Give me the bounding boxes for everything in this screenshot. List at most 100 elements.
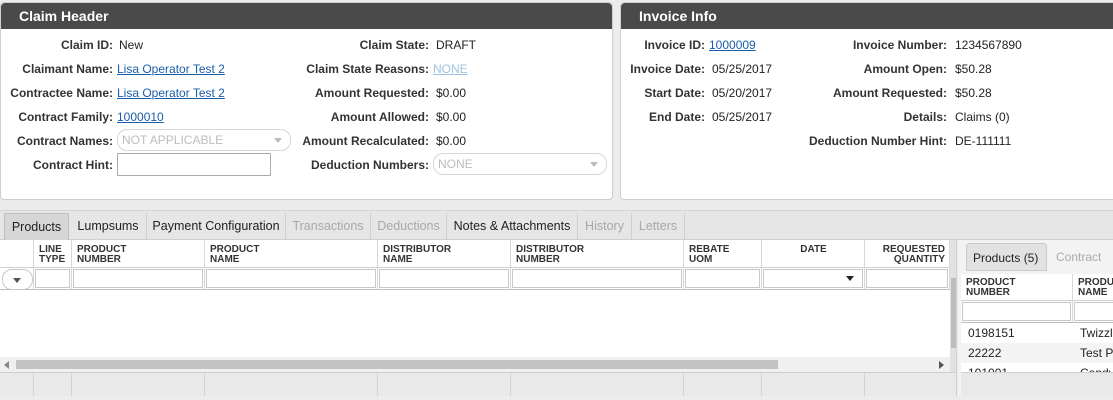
- amount-allowed-value: $0.00: [436, 110, 467, 124]
- invoice-amount-requested-row: Amount Requested: $50.28: [781, 85, 1113, 101]
- filter-distributor-name[interactable]: [378, 268, 511, 290]
- tab-history[interactable]: History: [578, 213, 632, 240]
- grid-header-date[interactable]: DATE: [762, 240, 865, 268]
- side-tab-contract-products[interactable]: Contract P: [1050, 243, 1113, 292]
- details-value: Claims (0): [955, 110, 1010, 124]
- grid-vertical-scrollbar[interactable]: [950, 240, 956, 372]
- amount-allowed-row: Amount Allowed: $0.00: [301, 109, 614, 125]
- deduction-number-hint-label: Deduction Number Hint:: [809, 134, 947, 148]
- invoice-id-link[interactable]: 1000009: [709, 37, 756, 53]
- invoice-amount-requested-value: $50.28: [955, 86, 992, 100]
- claim-state-reasons-link[interactable]: NONE: [433, 61, 468, 77]
- grid-header-requested-quantity[interactable]: REQUESTED QUANTITY: [865, 240, 950, 268]
- end-date-label: End Date:: [648, 110, 705, 124]
- invoice-number-value: 1234567890: [955, 38, 1022, 52]
- chevron-down-icon: [590, 162, 598, 167]
- claim-state-label: Claim State:: [359, 38, 429, 52]
- deduction-numbers-select[interactable]: NONE: [433, 153, 607, 175]
- filter-date[interactable]: [762, 268, 865, 290]
- contract-hint-label: Contract Hint:: [33, 158, 113, 172]
- scroll-right-icon[interactable]: [939, 361, 944, 369]
- claim-state-value: DRAFT: [436, 38, 476, 52]
- contractee-name-link[interactable]: Lisa Operator Test 2: [117, 85, 225, 101]
- chevron-down-icon: [13, 278, 21, 283]
- grid-header-select: [0, 240, 34, 268]
- products-grid: LINE TYPE PRODUCT NUMBER PRODUCT NAME DI…: [0, 240, 957, 396]
- side-header-product-number[interactable]: PRODUCT NUMBER: [961, 274, 1073, 301]
- grid-header-text: DATE: [800, 244, 827, 255]
- tab-letters[interactable]: Letters: [632, 213, 685, 240]
- deduction-number-hint-row: Deduction Number Hint: DE-111111: [781, 133, 1113, 149]
- grid-header-text: QUANTITY: [893, 254, 945, 265]
- side-header-text: NAME: [1078, 287, 1108, 298]
- deduction-number-hint-value: DE-111111: [955, 134, 1012, 148]
- scroll-left-icon[interactable]: [4, 361, 9, 369]
- grid-header-rebate-uom[interactable]: REBATE UOM: [684, 240, 762, 268]
- contract-names-select[interactable]: NOT APPLICABLE: [117, 129, 291, 151]
- grid-footer-row: [0, 372, 956, 396]
- grid-header-text: NUMBER: [77, 254, 121, 265]
- grid-header-text: TYPE: [39, 254, 66, 265]
- contract-family-label: Contract Family:: [18, 110, 113, 124]
- grid-header-product-number[interactable]: PRODUCT NUMBER: [72, 240, 205, 268]
- grid-header-distributor-number[interactable]: DISTRIBUTOR NUMBER: [511, 240, 684, 268]
- side-row-name[interactable]: Twizzle: [1073, 323, 1113, 343]
- amount-requested-label: Amount Requested:: [315, 86, 429, 100]
- tab-transactions[interactable]: Transactions: [286, 213, 371, 240]
- tab-payment-configuration[interactable]: Payment Configuration: [147, 213, 286, 240]
- row-type-filter-dropdown[interactable]: [2, 269, 33, 290]
- invoice-number-label: Invoice Number:: [852, 38, 947, 52]
- side-tab-products[interactable]: Products (5): [966, 243, 1047, 271]
- side-row-number[interactable]: 0198151: [961, 323, 1073, 343]
- side-header-text: NUMBER: [966, 287, 1010, 298]
- claim-state-row: Claim State: DRAFT: [301, 37, 614, 53]
- start-date-value: 05/20/2017: [712, 86, 773, 100]
- grid-header-text: UOM: [689, 254, 713, 265]
- filter-distributor-number[interactable]: [511, 268, 684, 290]
- invoice-id-label: Invoice ID:: [644, 38, 705, 52]
- side-row-number[interactable]: 22222: [961, 343, 1073, 363]
- claim-id-row: Claim ID: New: [1, 37, 301, 53]
- filter-requested-quantity[interactable]: [865, 268, 950, 290]
- amount-open-value: $50.28: [955, 62, 992, 76]
- claim-id-value: New: [119, 38, 144, 52]
- filter-product-number[interactable]: [72, 268, 205, 290]
- tab-lumpsums[interactable]: Lumpsums: [70, 213, 147, 240]
- amount-recalculated-label: Amount Recalculated:: [302, 134, 429, 148]
- tab-deductions[interactable]: Deductions: [371, 213, 447, 240]
- claimant-name-link[interactable]: Lisa Operator Test 2: [117, 61, 225, 77]
- side-header-product-name[interactable]: PRODU NAME: [1073, 274, 1113, 301]
- contract-names-select-value: NOT APPLICABLE: [122, 133, 224, 147]
- filter-product-name[interactable]: [205, 268, 378, 290]
- claim-id-label: Claim ID:: [60, 38, 113, 52]
- claimant-name-row: Claimant Name: Lisa Operator Test 2: [1, 61, 301, 77]
- grid-header-product-name[interactable]: PRODUCT NAME: [205, 240, 378, 268]
- tab-notes-attachments[interactable]: Notes & Attachments: [447, 213, 578, 240]
- side-footer-row: [961, 372, 1113, 396]
- grid-header-line-type[interactable]: LINE TYPE: [34, 240, 72, 268]
- invoice-date-value: 05/25/2017: [712, 62, 773, 76]
- claim-header-panel: Claim Header Claim ID: New Claimant Name…: [0, 2, 613, 200]
- filter-line-type[interactable]: [34, 268, 72, 290]
- filter-rebate-uom[interactable]: [684, 268, 762, 290]
- amount-requested-value: $0.00: [436, 86, 467, 100]
- side-filter-product-number[interactable]: [961, 301, 1073, 323]
- invoice-amount-requested-label: Amount Requested:: [833, 86, 947, 100]
- details-label: Details:: [903, 110, 947, 124]
- tab-products[interactable]: Products: [4, 213, 69, 240]
- deduction-numbers-label: Deduction Numbers:: [310, 158, 429, 172]
- contractee-name-label: Contractee Name:: [10, 86, 113, 100]
- side-row-name[interactable]: Test P: [1073, 343, 1113, 363]
- start-date-label: Start Date:: [644, 86, 705, 100]
- side-filter-product-name[interactable]: [1073, 301, 1113, 323]
- grid-header-text: NUMBER: [516, 254, 560, 265]
- grid-header-distributor-name[interactable]: DISTRIBUTOR NAME: [378, 240, 511, 268]
- grid-header-text: NAME: [210, 254, 240, 265]
- claim-state-reasons-row: Claim State Reasons: NONE: [301, 61, 614, 77]
- contract-hint-input[interactable]: [117, 153, 271, 176]
- grid-horizontal-scrollbar[interactable]: [0, 357, 950, 372]
- contract-family-link[interactable]: 1000010: [117, 109, 164, 125]
- details-row: Details: Claims (0): [781, 109, 1113, 125]
- scroll-thumb[interactable]: [16, 360, 778, 369]
- contract-names-label: Contract Names:: [16, 134, 113, 148]
